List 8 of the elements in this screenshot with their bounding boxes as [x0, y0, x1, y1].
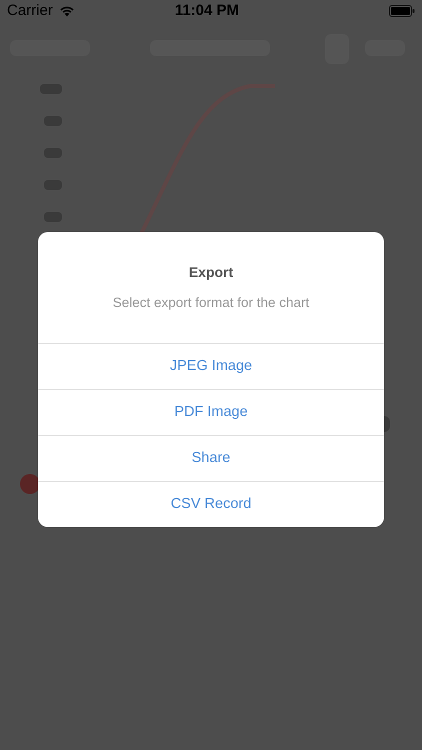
legend-dot	[20, 474, 40, 494]
carrier-label: Carrier	[7, 0, 53, 21]
dialog-action-button[interactable]: CSV Record	[38, 481, 384, 528]
clock-label: 11:04 PM	[174, 0, 240, 21]
dialog-title: Export	[188, 263, 234, 282]
wifi-icon	[58, 5, 75, 17]
dialog-message: Select export format for the chart	[112, 294, 310, 312]
battery-icon	[389, 5, 415, 17]
